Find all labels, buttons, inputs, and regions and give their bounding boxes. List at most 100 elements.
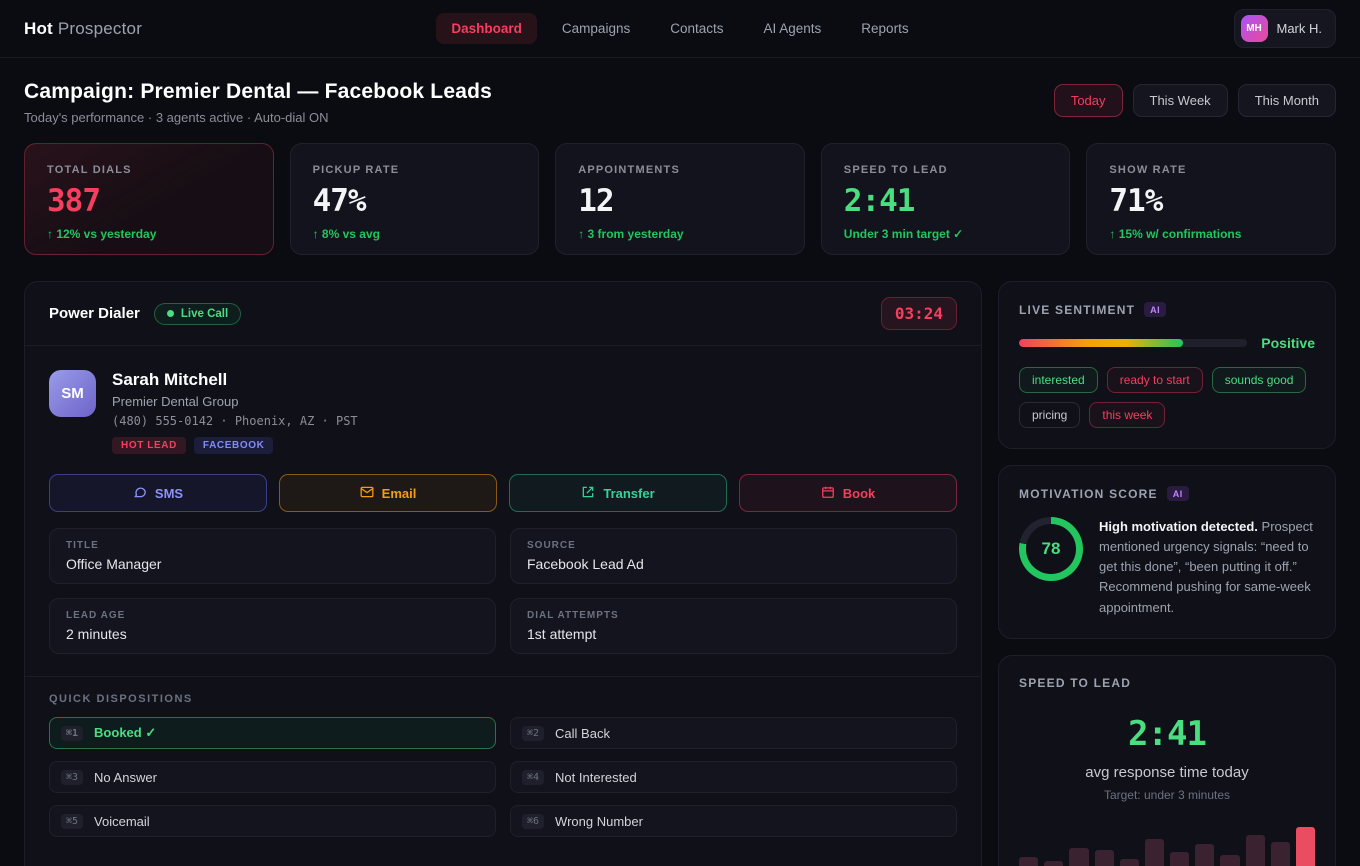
kpi-delta: Under 3 min target ✓ [844,227,1048,241]
external-arrow-icon [581,485,595,502]
disposition-label: Voicemail [94,814,150,829]
speed-bars [1019,826,1315,866]
speed-bar [1271,842,1290,866]
speed-bar [1095,850,1114,866]
sentiment-label: Positive [1261,335,1315,351]
date-range-toggle: Today This Week This Month [1054,84,1336,117]
nav-item-contacts[interactable]: Contacts [655,13,738,44]
disposition-label: No Answer [94,770,157,785]
nav-item-campaigns[interactable]: Campaigns [547,13,645,44]
field-label: TITLE [66,540,479,551]
kpi-appointments: APPOINTMENTS 12 ↑ 3 from yesterday [555,143,805,255]
dispositions-grid: ⌘1 Booked ✓ ⌘2 Call Back ⌘3 No Answer ⌘4… [49,717,957,837]
speed-bar [1220,855,1239,866]
speed-bar [1195,844,1214,866]
disposition-label: Wrong Number [555,814,643,829]
ai-badge: AI [1167,486,1189,501]
range-month-button[interactable]: This Month [1238,84,1336,117]
field-value: 1st attempt [527,626,940,642]
speed-bar [1069,848,1088,866]
speed-title: SPEED TO LEAD [1019,676,1131,690]
field-value: 2 minutes [66,626,479,642]
keyword-chip: pricing [1019,402,1080,428]
disposition-label: Call Back [555,726,610,741]
range-week-button[interactable]: This Week [1133,84,1228,117]
envelope-icon [360,485,374,502]
contact-name: Sarah Mitchell [112,370,358,390]
shortcut-key-badge: ⌘6 [522,814,544,829]
live-sentiment-panel: LIVE SENTIMENT AI Positive interested re… [998,281,1336,449]
keyword-chip: sounds good [1212,367,1307,393]
shortcut-key-badge: ⌘2 [522,726,544,741]
action-buttons: SMS Email Transfer Book [49,474,957,512]
shortcut-key-badge: ⌘1 [61,726,83,741]
contact-avatar: SM [49,370,96,417]
kpi-label: PICKUP RATE [313,164,517,176]
book-button[interactable]: Book [739,474,957,512]
speed-bar [1296,827,1315,866]
sms-label: SMS [155,486,183,501]
transfer-label: Transfer [603,486,654,501]
disposition-no-answer-button[interactable]: ⌘3 No Answer [49,761,496,793]
speed-bar [1145,839,1164,866]
transfer-button[interactable]: Transfer [509,474,727,512]
disposition-wrong-number-button[interactable]: ⌘6 Wrong Number [510,805,957,837]
contact-tags: HOT LEAD FACEBOOK [112,437,358,454]
kpi-value: 71% [1109,183,1313,219]
nav-item-reports[interactable]: Reports [846,13,923,44]
shortcut-key-badge: ⌘5 [61,814,83,829]
keyword-chip: ready to start [1107,367,1203,393]
motivation-headline: High motivation detected. [1099,519,1258,534]
kpi-delta: ↑ 8% vs avg [313,227,517,241]
email-label: Email [382,486,417,501]
speed-bar [1019,857,1038,866]
kpi-delta: ↑ 15% w/ confirmations [1109,227,1313,241]
sms-button[interactable]: SMS [49,474,267,512]
kpi-value: 47% [313,183,517,219]
nav-item-dashboard[interactable]: Dashboard [436,13,537,44]
live-call-badge: Live Call [154,303,241,325]
disposition-voicemail-button[interactable]: ⌘5 Voicemail [49,805,496,837]
sentiment-title: LIVE SENTIMENT [1019,303,1135,317]
live-dot-icon [167,310,174,317]
kpi-delta: ↑ 3 from yesterday [578,227,782,241]
ai-badge: AI [1144,302,1166,317]
field-lead-age: LEAD AGE 2 minutes [49,598,496,654]
range-today-button[interactable]: Today [1054,84,1123,117]
app-logo[interactable]: Hot Prospector [24,19,284,39]
speed-bar [1120,859,1139,866]
user-menu[interactable]: MH Mark H. [1234,9,1337,48]
kpi-speed-to-lead: SPEED TO LEAD 2:41 Under 3 min target ✓ [821,143,1071,255]
page-header: Campaign: Premier Dental — Facebook Lead… [24,80,1336,125]
disposition-not-interested-button[interactable]: ⌘4 Not Interested [510,761,957,793]
field-value: Office Manager [66,556,479,572]
shortcut-key-badge: ⌘3 [61,770,83,785]
facebook-tag: FACEBOOK [194,437,273,454]
dialer-header: Power Dialer Live Call 03:24 [25,282,981,346]
kpi-label: SPEED TO LEAD [844,164,1048,176]
email-button[interactable]: Email [279,474,497,512]
motivation-score-ring: 78 [1019,517,1083,581]
brand-bold: Hot [24,19,53,38]
sentiment-keywords: interested ready to start sounds good pr… [1019,367,1315,428]
disposition-booked-button[interactable]: ⌘1 Booked ✓ [49,717,496,749]
calendar-icon [821,485,835,502]
hot-lead-tag: HOT LEAD [112,437,186,454]
motivation-score-value: 78 [1026,524,1076,574]
field-label: SOURCE [527,540,940,551]
field-value: Facebook Lead Ad [527,556,940,572]
speed-to-lead-panel: SPEED TO LEAD 2:41 avg response time tod… [998,655,1336,866]
kpi-label: TOTAL DIALS [47,164,251,176]
user-name: Mark H. [1277,21,1323,36]
disposition-call-back-button[interactable]: ⌘2 Call Back [510,717,957,749]
kpi-label: SHOW RATE [1109,164,1313,176]
kpi-label: APPOINTMENTS [578,164,782,176]
motivation-summary: High motivation detected. Prospect menti… [1099,517,1315,618]
nav-item-ai-agents[interactable]: AI Agents [749,13,837,44]
avatar: MH [1241,15,1268,42]
top-nav: Hot Prospector Dashboard Campaigns Conta… [0,0,1360,58]
field-label: LEAD AGE [66,610,479,621]
kpi-value: 387 [47,183,251,219]
motivation-title: MOTIVATION SCORE [1019,487,1158,501]
contact-phone-location: (480) 555-0142 · Phoenix, AZ · PST [112,414,358,428]
